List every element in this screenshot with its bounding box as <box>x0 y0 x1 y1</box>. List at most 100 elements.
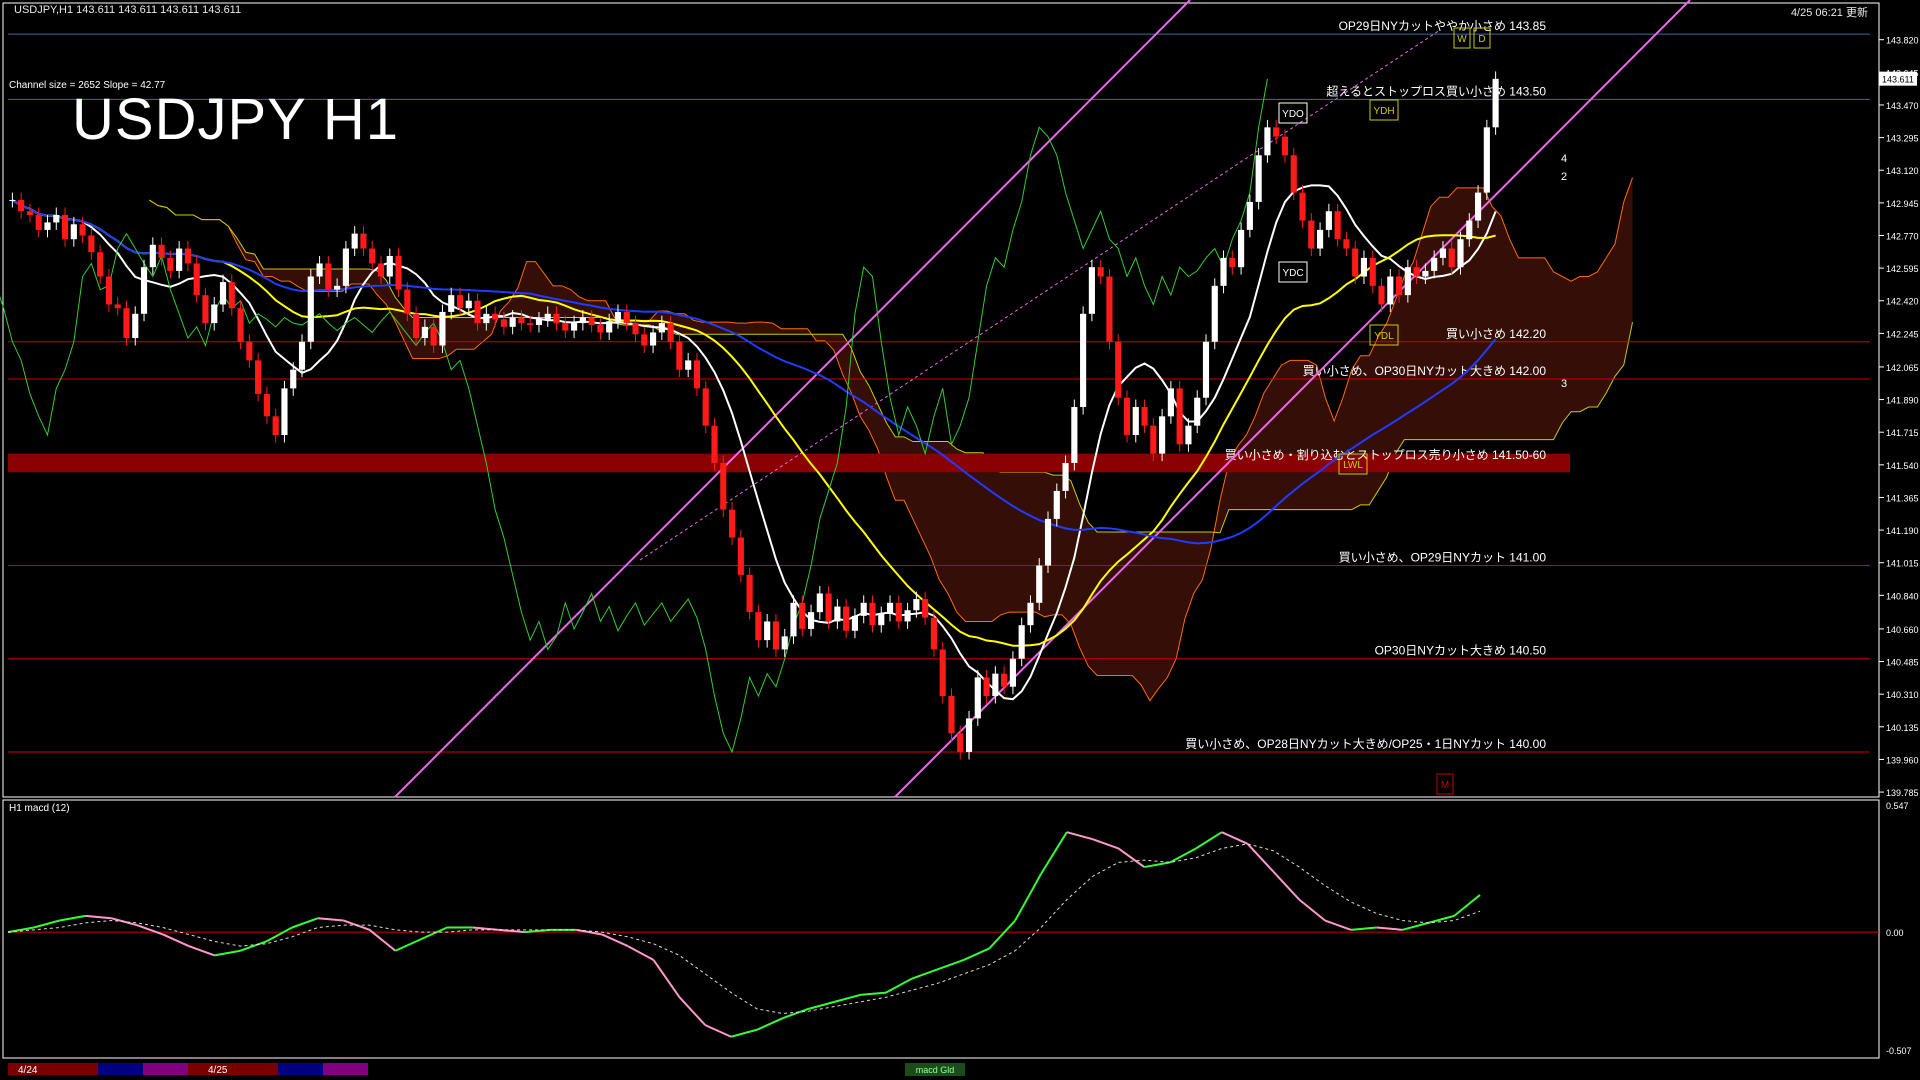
candle-body <box>88 235 95 253</box>
candle-body <box>535 319 543 325</box>
macd-segment <box>1092 838 1119 850</box>
macd-segment <box>420 926 448 941</box>
candle-body <box>246 341 253 361</box>
price-tick-label: 142.595 <box>1886 264 1919 274</box>
candle-body <box>843 606 850 631</box>
candle-body <box>53 214 60 223</box>
macd-segment <box>33 919 60 929</box>
date-label: 4/25 <box>208 1065 228 1076</box>
candle-body <box>386 255 393 277</box>
candle-body <box>1422 270 1429 277</box>
candle-body <box>834 606 841 622</box>
candle-body <box>97 252 104 277</box>
macd-segment <box>162 933 190 948</box>
candle-body <box>658 323 665 333</box>
price-tick-label: 140.135 <box>1886 723 1919 733</box>
candle-body <box>1448 248 1455 268</box>
candle-body <box>26 211 34 215</box>
candle-body <box>1167 388 1174 417</box>
price-tick-label: 141.365 <box>1886 493 1919 503</box>
candle-body <box>1018 625 1025 659</box>
candle-body <box>492 313 499 320</box>
session-strip-segment <box>143 1063 188 1075</box>
candle-body <box>1097 267 1104 277</box>
candle-body <box>957 733 964 752</box>
session-strip-segment <box>323 1063 368 1075</box>
candle-body <box>562 323 569 331</box>
macd-segment <box>1402 921 1429 931</box>
candle-body <box>1238 229 1245 268</box>
candle-body <box>702 388 709 426</box>
candle-body <box>421 326 428 339</box>
price-tick-label: 142.770 <box>1886 231 1919 241</box>
macd-segment <box>704 1024 732 1038</box>
candle-body <box>1001 673 1008 687</box>
candle-body <box>1123 397 1131 435</box>
candle-body <box>1202 341 1210 398</box>
update-time: 4/25 06:21 更新 <box>1790 7 1868 19</box>
price-tick-label: 141.715 <box>1886 428 1919 438</box>
candle-body <box>1325 211 1332 230</box>
candle-body <box>1044 518 1052 566</box>
macd-segment <box>1144 861 1171 869</box>
macd-segment <box>1298 898 1326 922</box>
macd-segment <box>937 959 964 971</box>
candle-body <box>1273 127 1280 137</box>
candle-body <box>44 222 51 230</box>
candle-body <box>755 612 762 641</box>
candle-body <box>1457 239 1464 268</box>
price-tick-label: 141.190 <box>1886 526 1919 536</box>
macd-segment <box>214 949 241 957</box>
candle-body <box>1413 267 1420 277</box>
macd-segment <box>85 914 112 920</box>
chart-title: USDJPY H1 <box>72 87 400 152</box>
candle-body <box>9 200 16 202</box>
chart-canvas: OP29日NYカットややか小さめ 143.85 超えるとストップロス買い小さめ 1… <box>0 0 1919 1076</box>
session-strip-segment <box>278 1063 323 1075</box>
price-tick-label: 141.540 <box>1886 461 1919 471</box>
candle-body <box>1246 201 1253 230</box>
macd-tick-label: 0.547 <box>1886 801 1909 811</box>
candle-body <box>1404 267 1411 296</box>
candle-body <box>886 602 894 614</box>
macd-segment <box>1272 871 1300 901</box>
candle-body <box>149 244 156 268</box>
price-tick-label: 142.245 <box>1886 329 1919 339</box>
price-tick-label: 140.840 <box>1886 591 1919 601</box>
price-tick-label: 141.890 <box>1886 396 1919 406</box>
candle-body <box>1229 257 1236 268</box>
candle-body <box>992 673 999 697</box>
candle-body <box>1466 220 1473 240</box>
marker-box-label: M <box>1441 780 1449 791</box>
macd-segment <box>1324 919 1352 931</box>
macd-segment <box>988 919 1016 950</box>
macd-segment <box>834 993 861 1003</box>
price-tick-label: 143.120 <box>1886 166 1919 176</box>
candle-body <box>202 295 209 324</box>
candle-body <box>1194 397 1201 426</box>
candle-body <box>1431 257 1438 271</box>
candle-body <box>825 593 832 622</box>
macd-tick-label: -0.507 <box>1886 1046 1912 1056</box>
candle-body <box>351 233 358 249</box>
candle-body <box>649 332 657 346</box>
macd-segment <box>808 1000 835 1010</box>
candle-body <box>1492 78 1499 128</box>
candle-body <box>1439 248 1447 258</box>
candle-body <box>860 602 867 616</box>
macd-segment <box>1428 914 1455 924</box>
candle-body <box>18 200 25 212</box>
level-label: OP29日NYカットややか小さめ 143.85 <box>1339 19 1547 33</box>
candle-body <box>193 263 200 296</box>
macd-segment <box>265 926 293 943</box>
candle-body <box>61 214 69 240</box>
candle-body <box>1317 229 1324 249</box>
candle-body <box>430 326 437 346</box>
candle-body <box>974 677 981 719</box>
macd-segment <box>601 933 629 948</box>
candle-body <box>298 341 306 370</box>
candle-body <box>1062 462 1069 491</box>
candle-body <box>1185 425 1192 445</box>
candle-body <box>1387 276 1394 305</box>
session-strip-segment <box>98 1063 143 1075</box>
